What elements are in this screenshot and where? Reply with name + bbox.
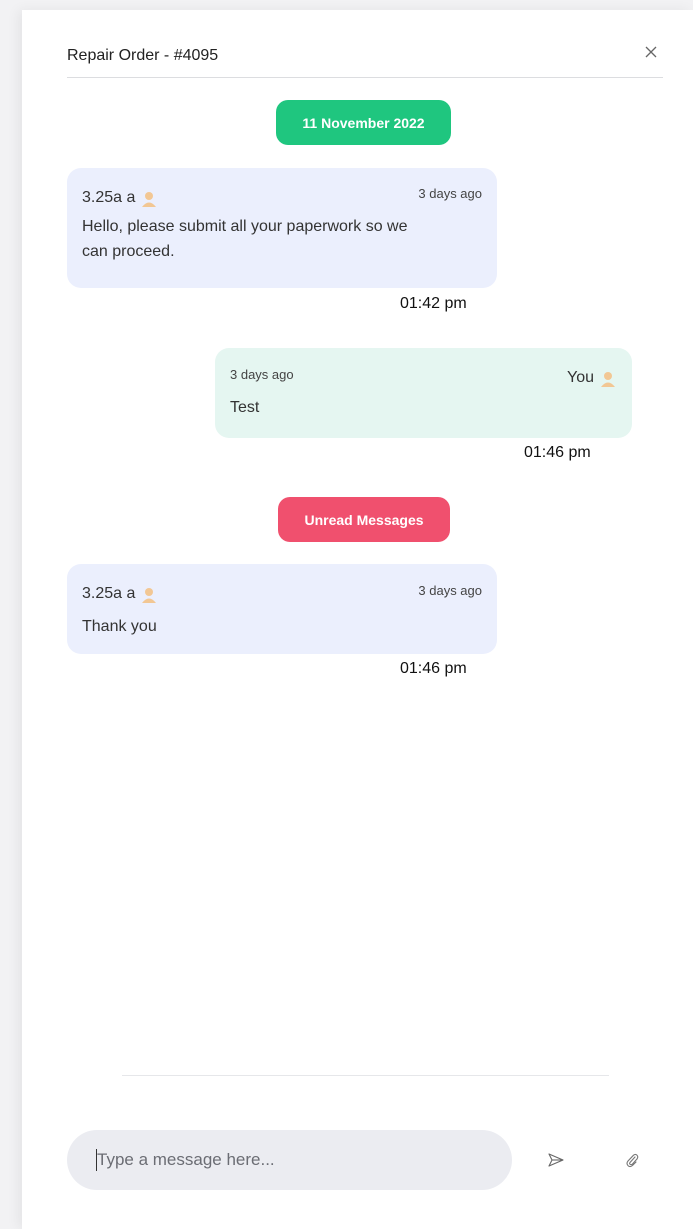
sender-name: 3.25a a: [82, 189, 136, 206]
message-timestamp: 01:46 pm: [400, 660, 467, 677]
chat-panel: Repair Order - #4095 11 November 2022 3.…: [22, 10, 693, 1229]
message-text-line-1: Hello, please submit all your paperwork …: [82, 218, 408, 235]
avatar-icon: [599, 369, 617, 387]
paperclip-icon[interactable]: [620, 1148, 644, 1172]
chat-header: Repair Order - #4095: [67, 46, 663, 78]
message-sender: You: [567, 369, 617, 387]
close-icon[interactable]: [639, 40, 663, 64]
message-relative-time: 3 days ago: [418, 583, 482, 598]
message-composer: [67, 1130, 512, 1190]
unread-separator: Unread Messages: [278, 497, 450, 542]
message-sender: 3.25a a: [82, 585, 158, 603]
date-separator: 11 November 2022: [276, 100, 451, 145]
avatar-icon: [140, 585, 158, 603]
message-text-line-2: can proceed.: [82, 243, 175, 260]
unread-separator-label: Unread Messages: [304, 511, 424, 528]
message-input[interactable]: [97, 1150, 477, 1170]
message-text: Thank you: [82, 618, 157, 635]
message-sender: 3.25a a: [82, 189, 158, 207]
text-caret: [96, 1149, 97, 1171]
composer-divider: [122, 1075, 609, 1076]
message-bubble-incoming: 3.25a a 3 days ago Hello, please submit …: [67, 168, 497, 288]
avatar-icon: [140, 189, 158, 207]
message-timestamp: 01:46 pm: [524, 444, 591, 461]
message-text: Test: [230, 399, 260, 416]
message-bubble-outgoing: 3 days ago You Test: [215, 348, 632, 438]
message-timestamp: 01:42 pm: [400, 295, 467, 312]
sender-name: You: [567, 369, 594, 386]
message-relative-time: 3 days ago: [230, 367, 294, 382]
date-separator-label: 11 November 2022: [302, 114, 425, 131]
message-relative-time: 3 days ago: [418, 186, 482, 201]
chat-title: Repair Order - #4095: [67, 47, 219, 64]
sender-name: 3.25a a: [82, 585, 136, 602]
message-bubble-incoming: 3.25a a 3 days ago Thank you: [67, 564, 497, 654]
send-icon[interactable]: [544, 1148, 568, 1172]
